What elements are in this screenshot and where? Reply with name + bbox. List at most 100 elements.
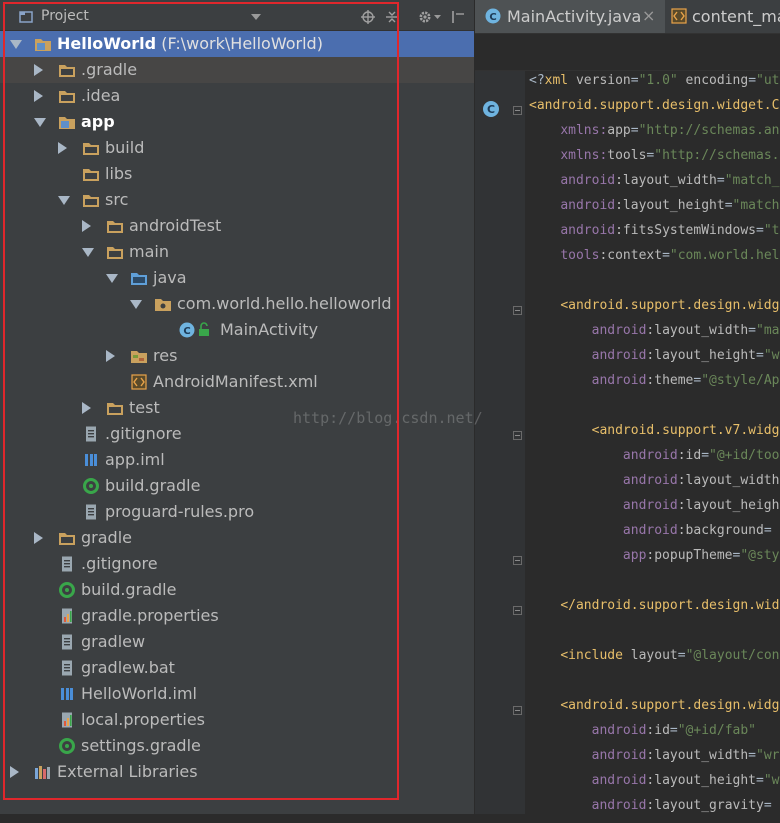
source-folder-icon (130, 270, 148, 286)
gear-icon[interactable] (418, 10, 432, 24)
tree-row-label: test (129, 398, 160, 417)
code-line: android:layout_height="w (591, 348, 780, 363)
watermark: http://blog.csdn.net/ (293, 409, 483, 427)
expand-arrow-icon[interactable] (34, 118, 46, 127)
expand-arrow-icon[interactable] (106, 274, 118, 283)
expand-arrow-icon[interactable] (82, 248, 94, 257)
code-line: <?xml version="1.0" encoding="ut (529, 73, 780, 88)
tree-row[interactable]: gradlew.bat (0, 655, 474, 681)
fold-marker-icon[interactable] (513, 431, 522, 440)
tree-row[interactable]: settings.gradle (0, 733, 474, 759)
code-line: android:layout_height="match (560, 198, 780, 213)
tree-row-label: MainActivity (220, 320, 319, 339)
gradle-file-icon (58, 738, 76, 754)
code-line: tools:context="com.world.hel (560, 248, 780, 263)
tree-row-label: build (105, 138, 145, 157)
tree-row[interactable]: build.gradle (0, 473, 474, 499)
tree-row-label: .gitignore (105, 424, 182, 443)
text-file-icon (58, 634, 76, 650)
properties-file-icon (58, 608, 76, 624)
breadcrumb (475, 34, 780, 71)
fold-marker-icon[interactable] (513, 706, 522, 715)
iml-file-icon (82, 452, 100, 468)
tree-row[interactable]: app (0, 109, 474, 135)
hide-panel-icon[interactable] (451, 10, 465, 24)
project-panel: Project HelloWorld (F:\work\HelloWorld).… (0, 0, 474, 814)
tree-row-label: External Libraries (57, 762, 198, 781)
tree-row-label: src (105, 190, 129, 209)
project-panel-title[interactable]: Project (41, 8, 89, 24)
project-panel-header: Project (0, 4, 474, 31)
chevron-down-icon[interactable] (251, 14, 261, 20)
fold-marker-icon[interactable] (513, 106, 522, 115)
tree-row[interactable]: app.iml (0, 447, 474, 473)
collapse-arrow-icon[interactable] (58, 142, 67, 154)
class-icon[interactable]: C (482, 100, 500, 118)
xml-file-icon (671, 8, 687, 24)
tree-row[interactable]: gradle (0, 525, 474, 551)
close-icon[interactable]: × (642, 6, 655, 25)
tree-row[interactable]: gradle.properties (0, 603, 474, 629)
tree-row[interactable]: HelloWorld.iml (0, 681, 474, 707)
tree-row-label: gradlew.bat (81, 658, 175, 677)
module-folder-icon (58, 114, 76, 130)
tree-row-label: app (81, 112, 115, 131)
tree-row[interactable]: libs (0, 161, 474, 187)
code-line: android:layout_height="w (591, 773, 780, 788)
collapse-arrow-icon[interactable] (34, 90, 43, 102)
collapse-arrow-icon[interactable] (34, 64, 43, 76)
editor-gutter: C (475, 71, 525, 814)
expand-arrow-icon[interactable] (130, 300, 142, 309)
tree-row[interactable]: proguard-rules.pro (0, 499, 474, 525)
tab-mainactivity-java[interactable]: C MainActivity.java × (475, 0, 665, 33)
package-icon (154, 296, 172, 312)
code-line: android:layout_width="wr (591, 748, 780, 763)
collapse-arrow-icon[interactable] (82, 402, 91, 414)
text-file-icon (82, 426, 100, 442)
editor-area: C MainActivity.java × content_ma C <?xml… (474, 0, 780, 814)
collapse-all-icon[interactable] (385, 10, 399, 24)
collapse-arrow-icon[interactable] (34, 532, 43, 544)
tree-row[interactable]: C MainActivity (0, 317, 474, 343)
tab-content-main-xml[interactable]: content_ma (667, 0, 780, 33)
project-view-icon[interactable] (19, 10, 33, 24)
tree-row[interactable]: AndroidManifest.xml (0, 369, 474, 395)
tree-row[interactable]: androidTest (0, 213, 474, 239)
folder-icon (58, 88, 76, 104)
tree-row[interactable]: build (0, 135, 474, 161)
code-line: android:fitsSystemWindows="t (560, 223, 780, 238)
tree-row[interactable]: HelloWorld (F:\work\HelloWorld) (0, 31, 474, 57)
collapse-arrow-icon[interactable] (82, 220, 91, 232)
expand-arrow-icon[interactable] (10, 40, 22, 49)
fold-marker-icon[interactable] (513, 556, 522, 565)
tree-row[interactable]: main (0, 239, 474, 265)
module-folder-icon (34, 36, 52, 52)
fold-marker-icon[interactable] (513, 606, 522, 615)
tree-row[interactable]: .gitignore (0, 551, 474, 577)
folder-icon (82, 192, 100, 208)
code-line: <android.support.design.widg (560, 698, 780, 713)
tree-row-label: settings.gradle (81, 736, 201, 755)
svg-text:C: C (489, 12, 496, 23)
tree-row-label: .gitignore (81, 554, 158, 573)
tree-row[interactable]: local.properties (0, 707, 474, 733)
tree-row[interactable]: com.world.hello.helloworld (0, 291, 474, 317)
tree-row[interactable]: External Libraries (0, 759, 474, 785)
collapse-arrow-icon[interactable] (10, 766, 19, 778)
collapse-arrow-icon[interactable] (106, 350, 115, 362)
expand-arrow-icon[interactable] (58, 196, 70, 205)
tree-row[interactable]: src (0, 187, 474, 213)
chevron-down-icon[interactable] (434, 15, 441, 19)
fold-marker-icon[interactable] (513, 306, 522, 315)
resource-folder-icon (130, 348, 148, 364)
locate-icon[interactable] (361, 10, 375, 24)
svg-text:C: C (487, 103, 495, 116)
tree-row-label: androidTest (129, 216, 222, 235)
tree-row[interactable]: res (0, 343, 474, 369)
tree-row[interactable]: .idea (0, 83, 474, 109)
tree-row[interactable]: gradlew (0, 629, 474, 655)
tree-row[interactable]: .gradle (0, 57, 474, 83)
tree-row[interactable]: build.gradle (0, 577, 474, 603)
tree-row[interactable]: java (0, 265, 474, 291)
tree-row-label: main (129, 242, 169, 261)
